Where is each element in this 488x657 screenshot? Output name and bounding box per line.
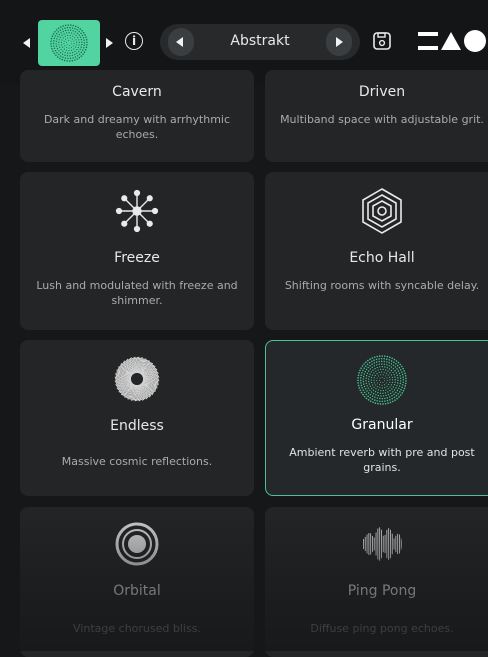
preset-card-orbital[interactable]: Orbital Vintage chorused bliss. <box>20 507 254 657</box>
preset-card-granular[interactable]: Granular Ambient reverb with pre and pos… <box>265 340 488 496</box>
preset-card-cavern[interactable]: Cavern Dark and dreamy with arrhythmic e… <box>20 70 254 162</box>
preset-bar-prev-button[interactable] <box>168 28 194 56</box>
card-title: Endless <box>110 418 164 434</box>
card-description: Massive cosmic reflections. <box>61 455 213 468</box>
dotted-sphere-icon <box>50 24 88 62</box>
spiral-icon <box>114 356 160 402</box>
preset-thumbnail-button[interactable] <box>38 20 100 66</box>
previous-preset-arrow-icon[interactable] <box>23 38 30 48</box>
card-title: Ping Pong <box>347 583 417 599</box>
preset-selector[interactable]: Abstrakt <box>160 24 360 60</box>
card-description: Lush and modulated with freeze and shimm… <box>36 279 238 307</box>
preset-card-echo-hall[interactable]: Echo Hall Shifting rooms with syncable d… <box>265 172 488 330</box>
card-description: Multiband space with adjustable grit. <box>280 113 484 126</box>
card-title: Orbital <box>113 583 161 599</box>
card-description: Shifting rooms with syncable delay. <box>284 279 480 292</box>
dotted-sphere-icon <box>357 355 407 405</box>
card-title: Echo Hall <box>349 250 415 266</box>
brand-logo-icon <box>418 30 486 52</box>
info-icon[interactable]: i <box>125 32 143 50</box>
card-title: Granular <box>351 417 413 433</box>
waveform-icon <box>363 527 402 561</box>
card-description: Dark and dreamy with arrhythmic echoes. <box>43 113 231 141</box>
next-preset-arrow-icon[interactable] <box>106 38 113 48</box>
preset-card-driven[interactable]: Driven Multiband space with adjustable g… <box>265 70 488 162</box>
preset-name: Abstrakt <box>230 33 290 49</box>
card-title: Driven <box>358 84 406 100</box>
save-icon[interactable] <box>372 31 392 51</box>
preset-card-freeze[interactable]: Freeze Lush and modulated with freeze an… <box>20 172 254 330</box>
card-description: Vintage chorused bliss. <box>73 622 201 635</box>
snowflake-icon <box>115 189 159 233</box>
preset-bar-next-button[interactable] <box>326 28 352 56</box>
card-title: Cavern <box>112 84 162 100</box>
hexagon-icon <box>362 188 402 234</box>
card-description: Diffuse ping pong echoes. <box>310 622 454 635</box>
card-title: Freeze <box>114 250 160 266</box>
preset-card-endless[interactable]: Endless Massive cosmic reflections. <box>20 340 254 496</box>
preset-card-ping-pong[interactable]: Ping Pong Diffuse ping pong echoes. <box>265 507 488 657</box>
rings-icon <box>115 522 159 566</box>
card-description: Ambient reverb with pre and post grains. <box>289 446 475 474</box>
